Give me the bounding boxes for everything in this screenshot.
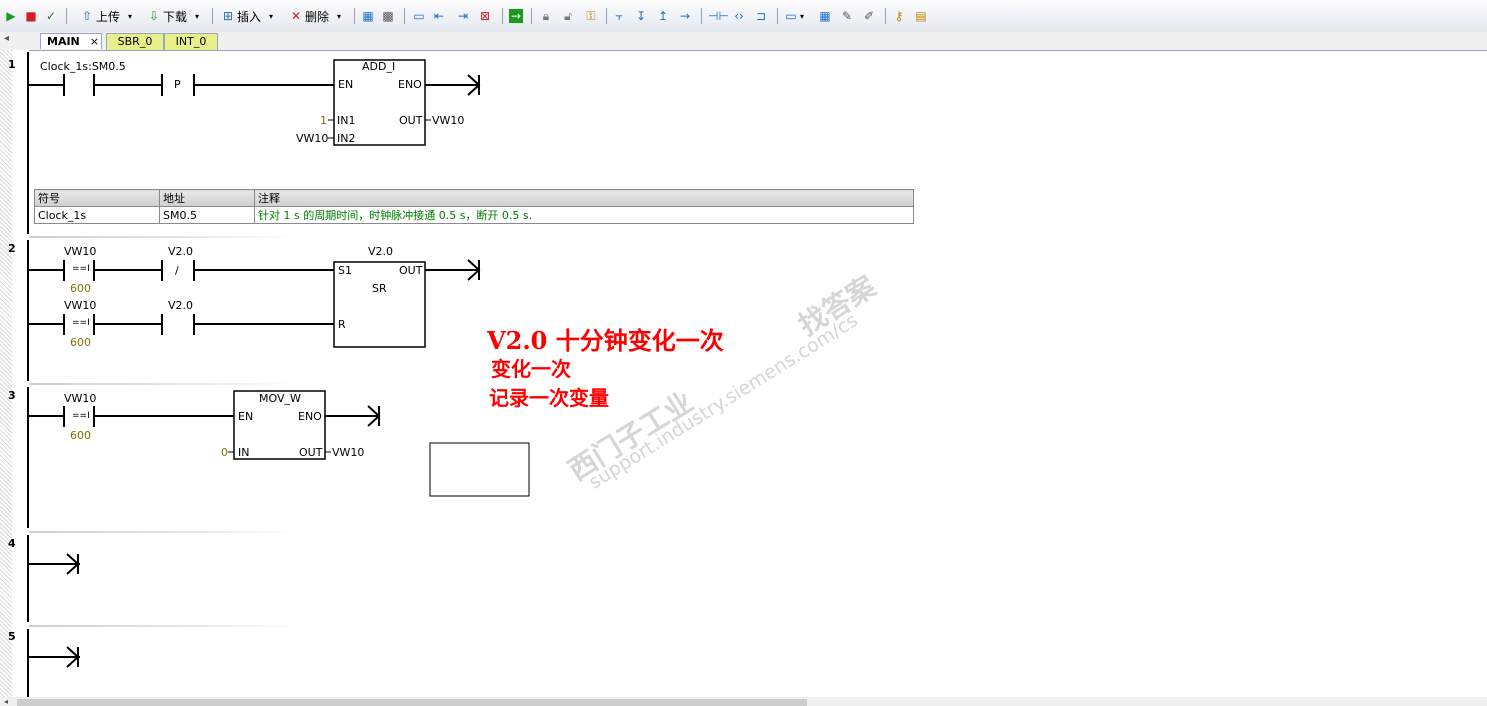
- address-cell: SM0.5: [159, 206, 255, 224]
- operand-label[interactable]: V2.0: [168, 245, 193, 258]
- negate-symbol: /: [175, 264, 179, 277]
- pin-label: ENO: [298, 410, 322, 423]
- pin-label: ENO: [398, 78, 422, 91]
- symbol-table: 符号 地址 注释 Clock_1s SM0.5 针对 1 s 的周期时间，时钟脉…: [34, 189, 914, 224]
- pin-label: R: [338, 318, 346, 331]
- operand-value[interactable]: 0: [221, 446, 228, 459]
- operand-label[interactable]: VW10: [64, 245, 96, 258]
- p-contact-label[interactable]: P: [174, 78, 181, 91]
- scroll-left-icon[interactable]: ◂: [4, 697, 8, 706]
- operand-value[interactable]: 600: [70, 336, 91, 349]
- operand-value[interactable]: 600: [70, 429, 91, 442]
- table-row: Clock_1s SM0.5 针对 1 s 的周期时间，时钟脉冲接通 0.5 s…: [34, 206, 914, 224]
- pin-label: IN1: [337, 114, 356, 127]
- contact-label[interactable]: Clock_1s:SM0.5: [40, 60, 126, 73]
- compare-op: ==I: [72, 264, 90, 274]
- block-title[interactable]: SR: [372, 282, 387, 295]
- operand-value[interactable]: 1: [320, 114, 327, 127]
- operand-value[interactable]: VW10: [332, 446, 364, 459]
- pin-label: S1: [338, 264, 352, 277]
- pin-label: IN: [238, 446, 250, 459]
- pin-label: OUT: [299, 446, 323, 459]
- symbol-cell: Clock_1s: [34, 206, 160, 224]
- annotation-line: V2.0 十分钟变化一次: [487, 326, 724, 355]
- compare-op: ==I: [72, 411, 90, 421]
- symbol-table-header: 符号 地址 注释: [34, 189, 914, 207]
- operand-label[interactable]: VW10: [64, 299, 96, 312]
- pin-label: OUT: [399, 264, 423, 277]
- operand-value[interactable]: VW10: [432, 114, 464, 127]
- ladder-diagram: [27, 52, 530, 697]
- operand-label[interactable]: V2.0: [168, 299, 193, 312]
- header-cell: 地址: [159, 189, 255, 207]
- pin-label: IN2: [337, 132, 356, 145]
- empty-box: [429, 442, 530, 497]
- compare-op: ==I: [72, 318, 90, 328]
- header-cell: 符号: [34, 189, 160, 207]
- operand-label[interactable]: VW10: [64, 392, 96, 405]
- operand-value[interactable]: VW10: [296, 132, 328, 145]
- header-cell: 注释: [254, 189, 914, 207]
- comment-cell: 针对 1 s 的周期时间，时钟脉冲接通 0.5 s，断开 0.5 s.: [254, 206, 914, 224]
- operand-value[interactable]: 600: [70, 282, 91, 295]
- pin-label: EN: [338, 78, 354, 91]
- annotation-line: 记录一次变量: [489, 386, 609, 410]
- pin-label: EN: [238, 410, 254, 423]
- annotation-line: 变化一次: [491, 357, 571, 381]
- operand-label[interactable]: V2.0: [368, 245, 393, 258]
- pin-label: OUT: [399, 114, 423, 127]
- block-title[interactable]: MOV_W: [259, 392, 301, 405]
- block-title[interactable]: ADD_I: [362, 60, 395, 73]
- scrollbar-thumb[interactable]: [17, 699, 807, 706]
